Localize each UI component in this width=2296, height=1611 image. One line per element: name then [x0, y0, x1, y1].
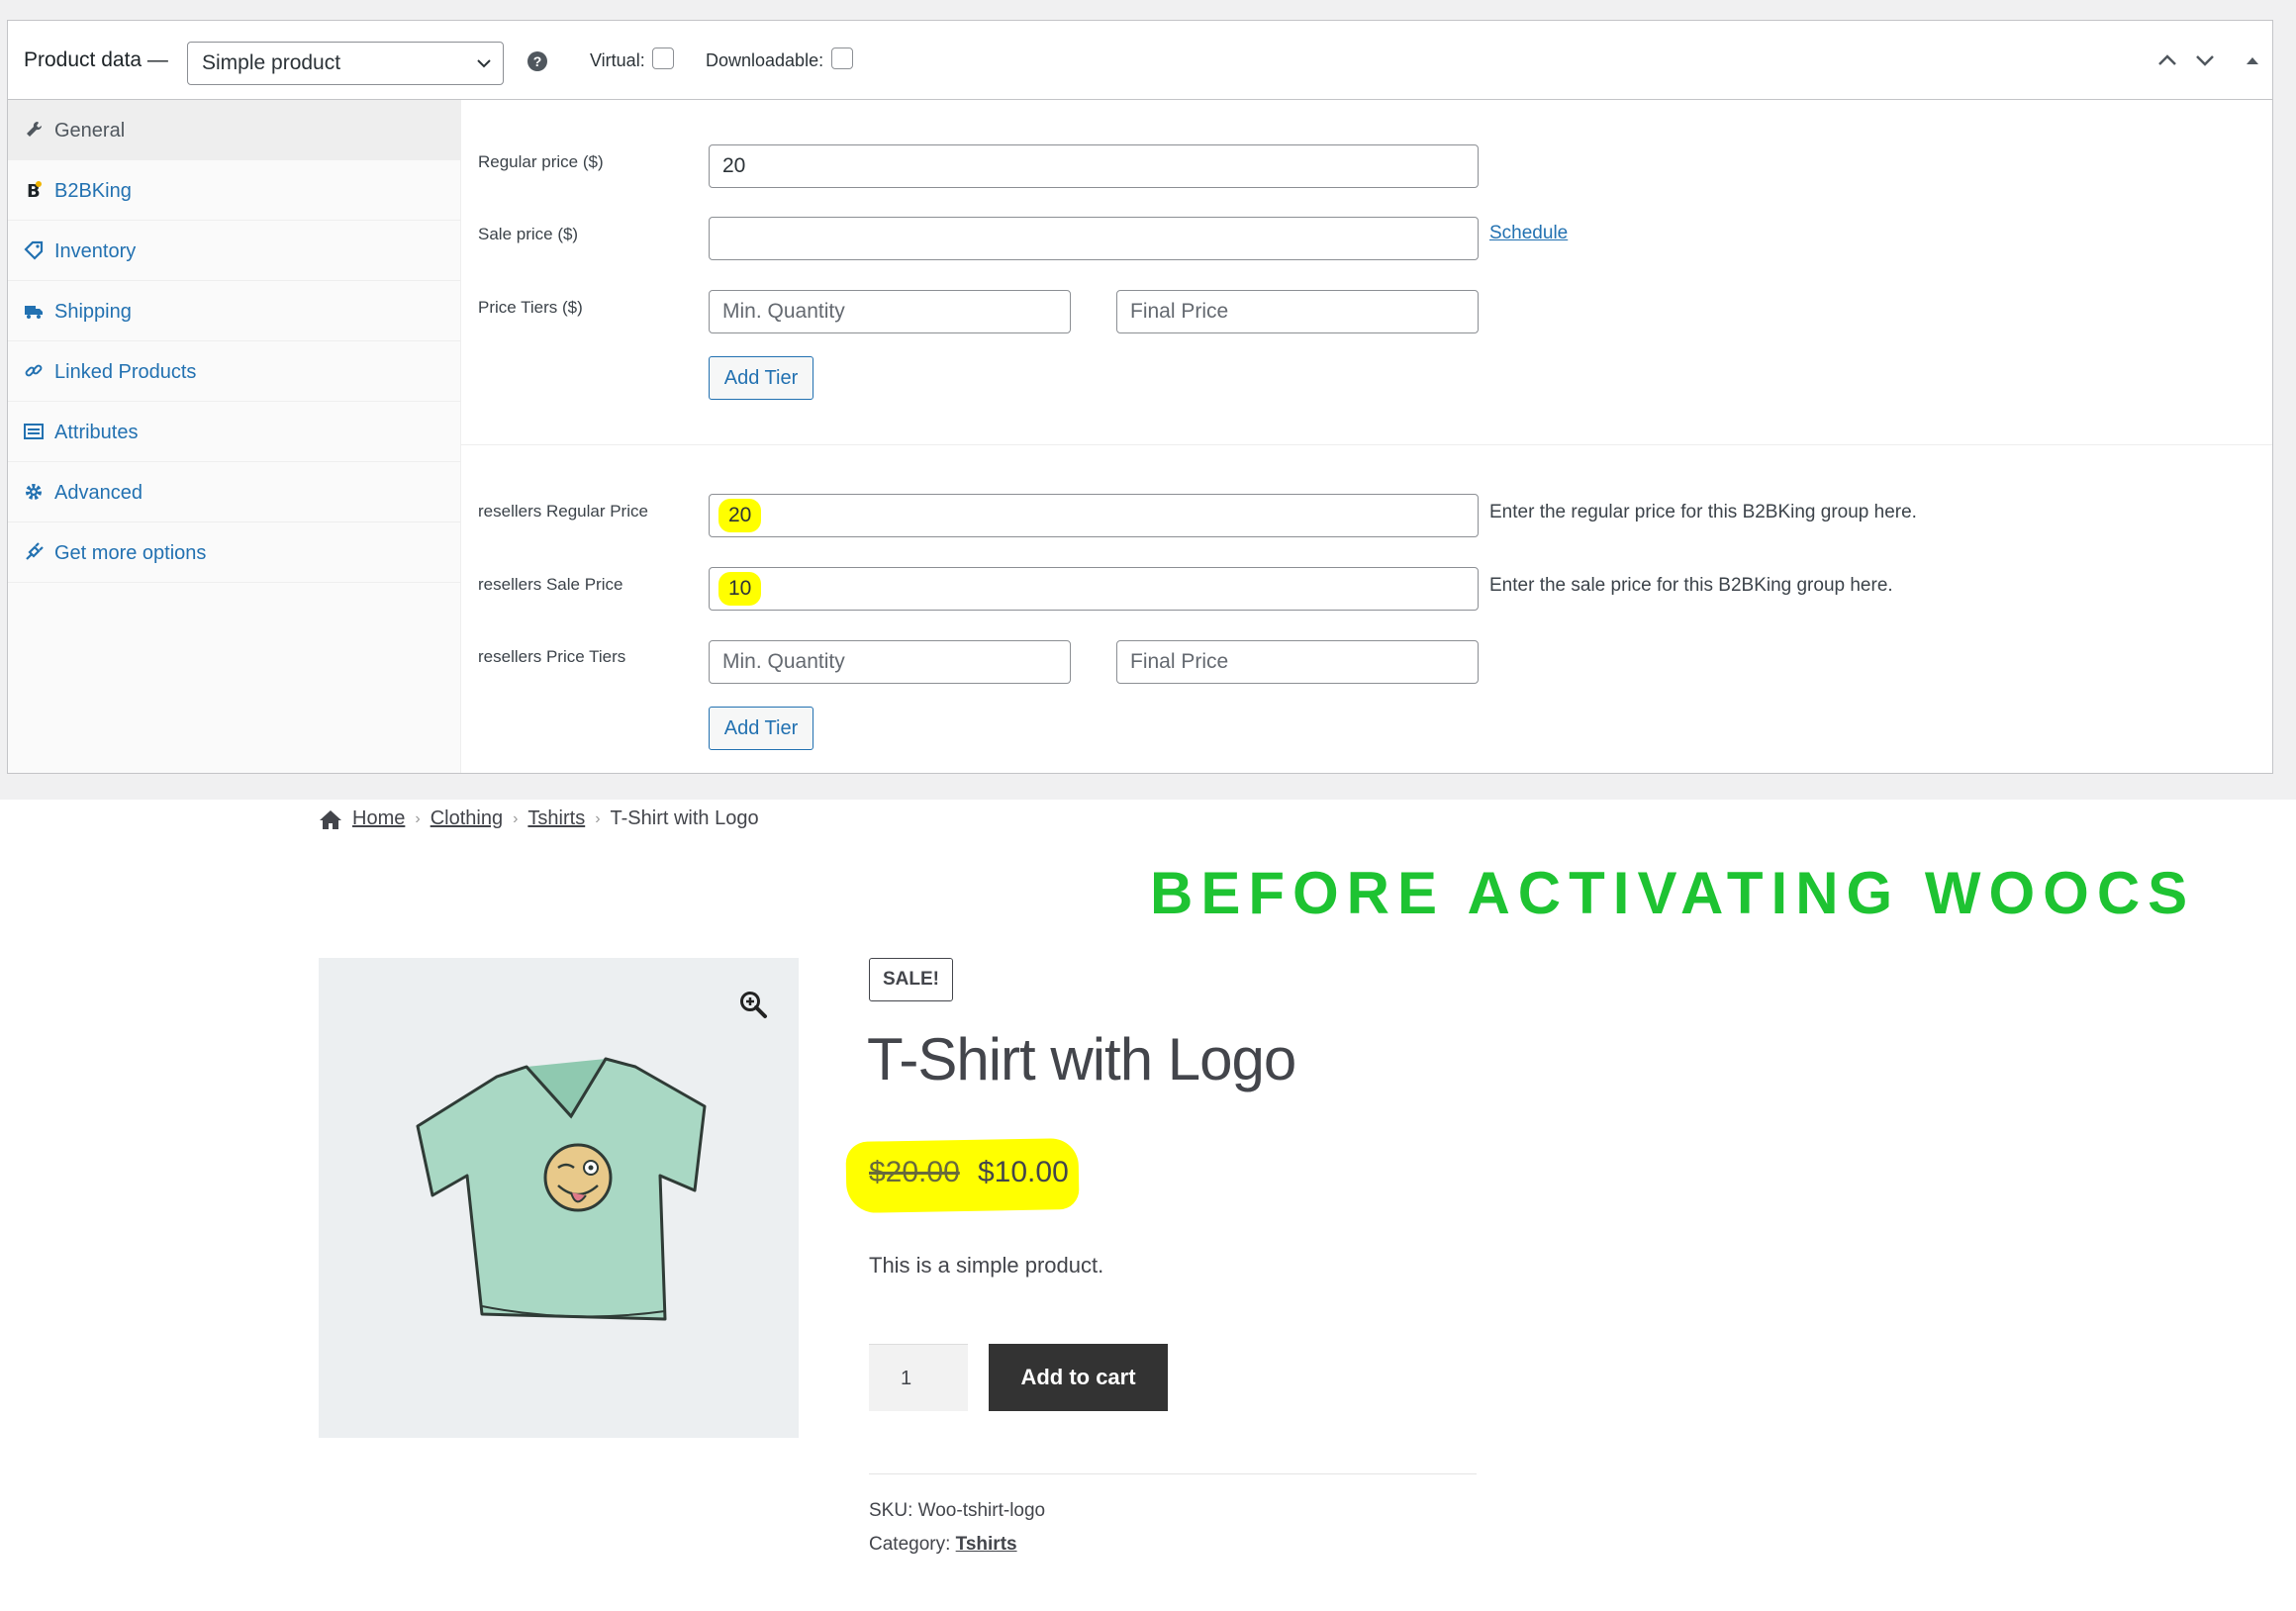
- product-data-title: Product data —: [24, 48, 168, 71]
- truck-icon: [25, 306, 43, 319]
- breadcrumb-tshirts[interactable]: Tshirts: [527, 807, 585, 830]
- group-min-quantity-input[interactable]: Min. Quantity: [709, 640, 1071, 684]
- tab-inventory[interactable]: Inventory: [8, 221, 461, 281]
- virtual-checkbox[interactable]: [652, 47, 674, 69]
- product-type-select[interactable]: Simple product: [187, 42, 504, 85]
- link-icon: [25, 364, 43, 377]
- sale-badge: Sale!: [869, 958, 953, 1001]
- group-sale-price-label: resellers Sale Price: [478, 575, 623, 594]
- downloadable-checkbox[interactable]: [831, 47, 853, 69]
- quantity-input[interactable]: 1: [869, 1344, 968, 1411]
- price-tiers-label: Price Tiers ($): [478, 298, 583, 317]
- regular-price: $20.00: [869, 1156, 960, 1188]
- sale-price: $10.00: [978, 1156, 1069, 1188]
- add-to-cart-button[interactable]: Add to cart: [989, 1344, 1168, 1411]
- tab-label: Advanced: [54, 482, 143, 504]
- tab-b2bking[interactable]: B B2BKing: [8, 160, 461, 221]
- min-quantity-placeholder: Min. Quantity: [722, 300, 845, 323]
- collapse-toggle-icon[interactable]: [2241, 48, 2264, 72]
- tab-label: Attributes: [54, 422, 139, 443]
- min-quantity-input[interactable]: Min. Quantity: [709, 290, 1071, 333]
- tshirt-illustration: [416, 1057, 707, 1321]
- breadcrumb-separator: ›: [595, 809, 601, 827]
- group-final-price-placeholder: Final Price: [1130, 650, 1229, 673]
- schedule-link[interactable]: Schedule: [1489, 223, 1568, 244]
- tab-label: B2BKing: [54, 180, 132, 202]
- group-regular-price-input[interactable]: 20: [709, 494, 1479, 537]
- product-data-header: Product data — Simple product ? Virtual:…: [8, 21, 2272, 100]
- section-divider: [461, 444, 2272, 445]
- category-label: Category:: [869, 1534, 951, 1555]
- product-image[interactable]: [319, 958, 799, 1438]
- breadcrumb: Home › Clothing › Tshirts › T-Shirt with…: [319, 807, 759, 830]
- category-line: Category: Tshirts: [869, 1534, 1017, 1556]
- add-tier-button[interactable]: Add Tier: [709, 356, 813, 400]
- general-panel: Regular price ($) 20 Sale price ($) Sche…: [461, 100, 2272, 773]
- admin-area: Product data — Simple product ? Virtual:…: [0, 0, 2296, 800]
- group-regular-price-value: 20: [718, 499, 762, 532]
- tag-icon: [24, 240, 44, 260]
- regular-price-value: 20: [722, 154, 746, 177]
- tab-shipping[interactable]: Shipping: [8, 281, 461, 341]
- breadcrumb-separator: ›: [513, 809, 519, 827]
- move-down-icon[interactable]: [2193, 48, 2217, 72]
- b2bking-logo-icon: B: [27, 181, 42, 200]
- regular-price-input[interactable]: 20: [709, 144, 1479, 188]
- home-icon[interactable]: [319, 808, 342, 830]
- move-up-icon[interactable]: [2155, 48, 2179, 72]
- zoom-in-icon[interactable]: [738, 990, 768, 1019]
- group-sale-price-description: Enter the sale price for this B2BKing gr…: [1489, 575, 1893, 596]
- tab-general[interactable]: General: [8, 100, 461, 160]
- group-regular-price-label: resellers Regular Price: [478, 502, 648, 521]
- sku-label: SKU:: [869, 1500, 913, 1521]
- group-regular-price-description: Enter the regular price for this B2BKing…: [1489, 502, 1917, 522]
- breadcrumb-current: T-Shirt with Logo: [610, 807, 759, 829]
- regular-price-label: Regular price ($): [478, 152, 604, 171]
- final-price-placeholder: Final Price: [1130, 300, 1229, 323]
- breadcrumb-clothing[interactable]: Clothing: [430, 807, 503, 830]
- group-final-price-input[interactable]: Final Price: [1116, 640, 1479, 684]
- tab-label: General: [54, 120, 126, 142]
- tab-linked-products[interactable]: Linked Products: [8, 341, 461, 402]
- product-data-panel: Product data — Simple product ? Virtual:…: [7, 20, 2273, 774]
- group-add-tier-button[interactable]: Add Tier: [709, 707, 813, 750]
- sku-value: Woo-tshirt-logo: [917, 1500, 1046, 1521]
- sale-price-input[interactable]: [709, 217, 1479, 260]
- virtual-label: Virtual:: [590, 50, 645, 70]
- group-sale-price-value: 10: [718, 572, 762, 606]
- breadcrumb-separator: ›: [415, 809, 421, 827]
- sku-line: SKU: Woo-tshirt-logo: [869, 1500, 1045, 1522]
- group-min-quantity-placeholder: Min. Quantity: [722, 650, 845, 673]
- tab-label: Linked Products: [54, 361, 197, 383]
- downloadable-label: Downloadable:: [706, 50, 824, 70]
- group-sale-price-input[interactable]: 10: [709, 567, 1479, 611]
- chevron-down-icon: [477, 59, 491, 68]
- tab-label: Inventory: [54, 240, 137, 262]
- short-description: This is a simple product.: [869, 1253, 1104, 1278]
- sale-price-label: Sale price ($): [478, 225, 579, 243]
- meta-divider: [869, 1473, 1477, 1474]
- group-price-tiers-label: resellers Price Tiers: [478, 647, 626, 666]
- breadcrumb-home[interactable]: Home: [352, 807, 405, 830]
- gear-icon: [26, 484, 42, 500]
- help-icon[interactable]: ?: [527, 51, 547, 71]
- tab-attributes[interactable]: Attributes: [8, 402, 461, 462]
- wrench-icon: [27, 121, 43, 137]
- tab-label: Get more options: [54, 542, 207, 564]
- tab-get-more-options[interactable]: Get more options: [8, 522, 461, 583]
- tab-advanced[interactable]: Advanced: [8, 462, 461, 522]
- product-title: T-Shirt with Logo: [867, 1026, 1296, 1092]
- tab-label: Shipping: [54, 301, 132, 323]
- product-data-tabs: General B B2BKing Inventory Shipping Lin…: [8, 100, 461, 773]
- category-link[interactable]: Tshirts: [956, 1534, 1017, 1555]
- final-price-input[interactable]: Final Price: [1116, 290, 1479, 333]
- plugin-icon: [26, 542, 44, 560]
- list-icon: [24, 424, 44, 439]
- annotation-heading: BEFORE ACTIVATING WOOCS: [1150, 860, 2196, 926]
- product-type-value: Simple product: [202, 51, 341, 74]
